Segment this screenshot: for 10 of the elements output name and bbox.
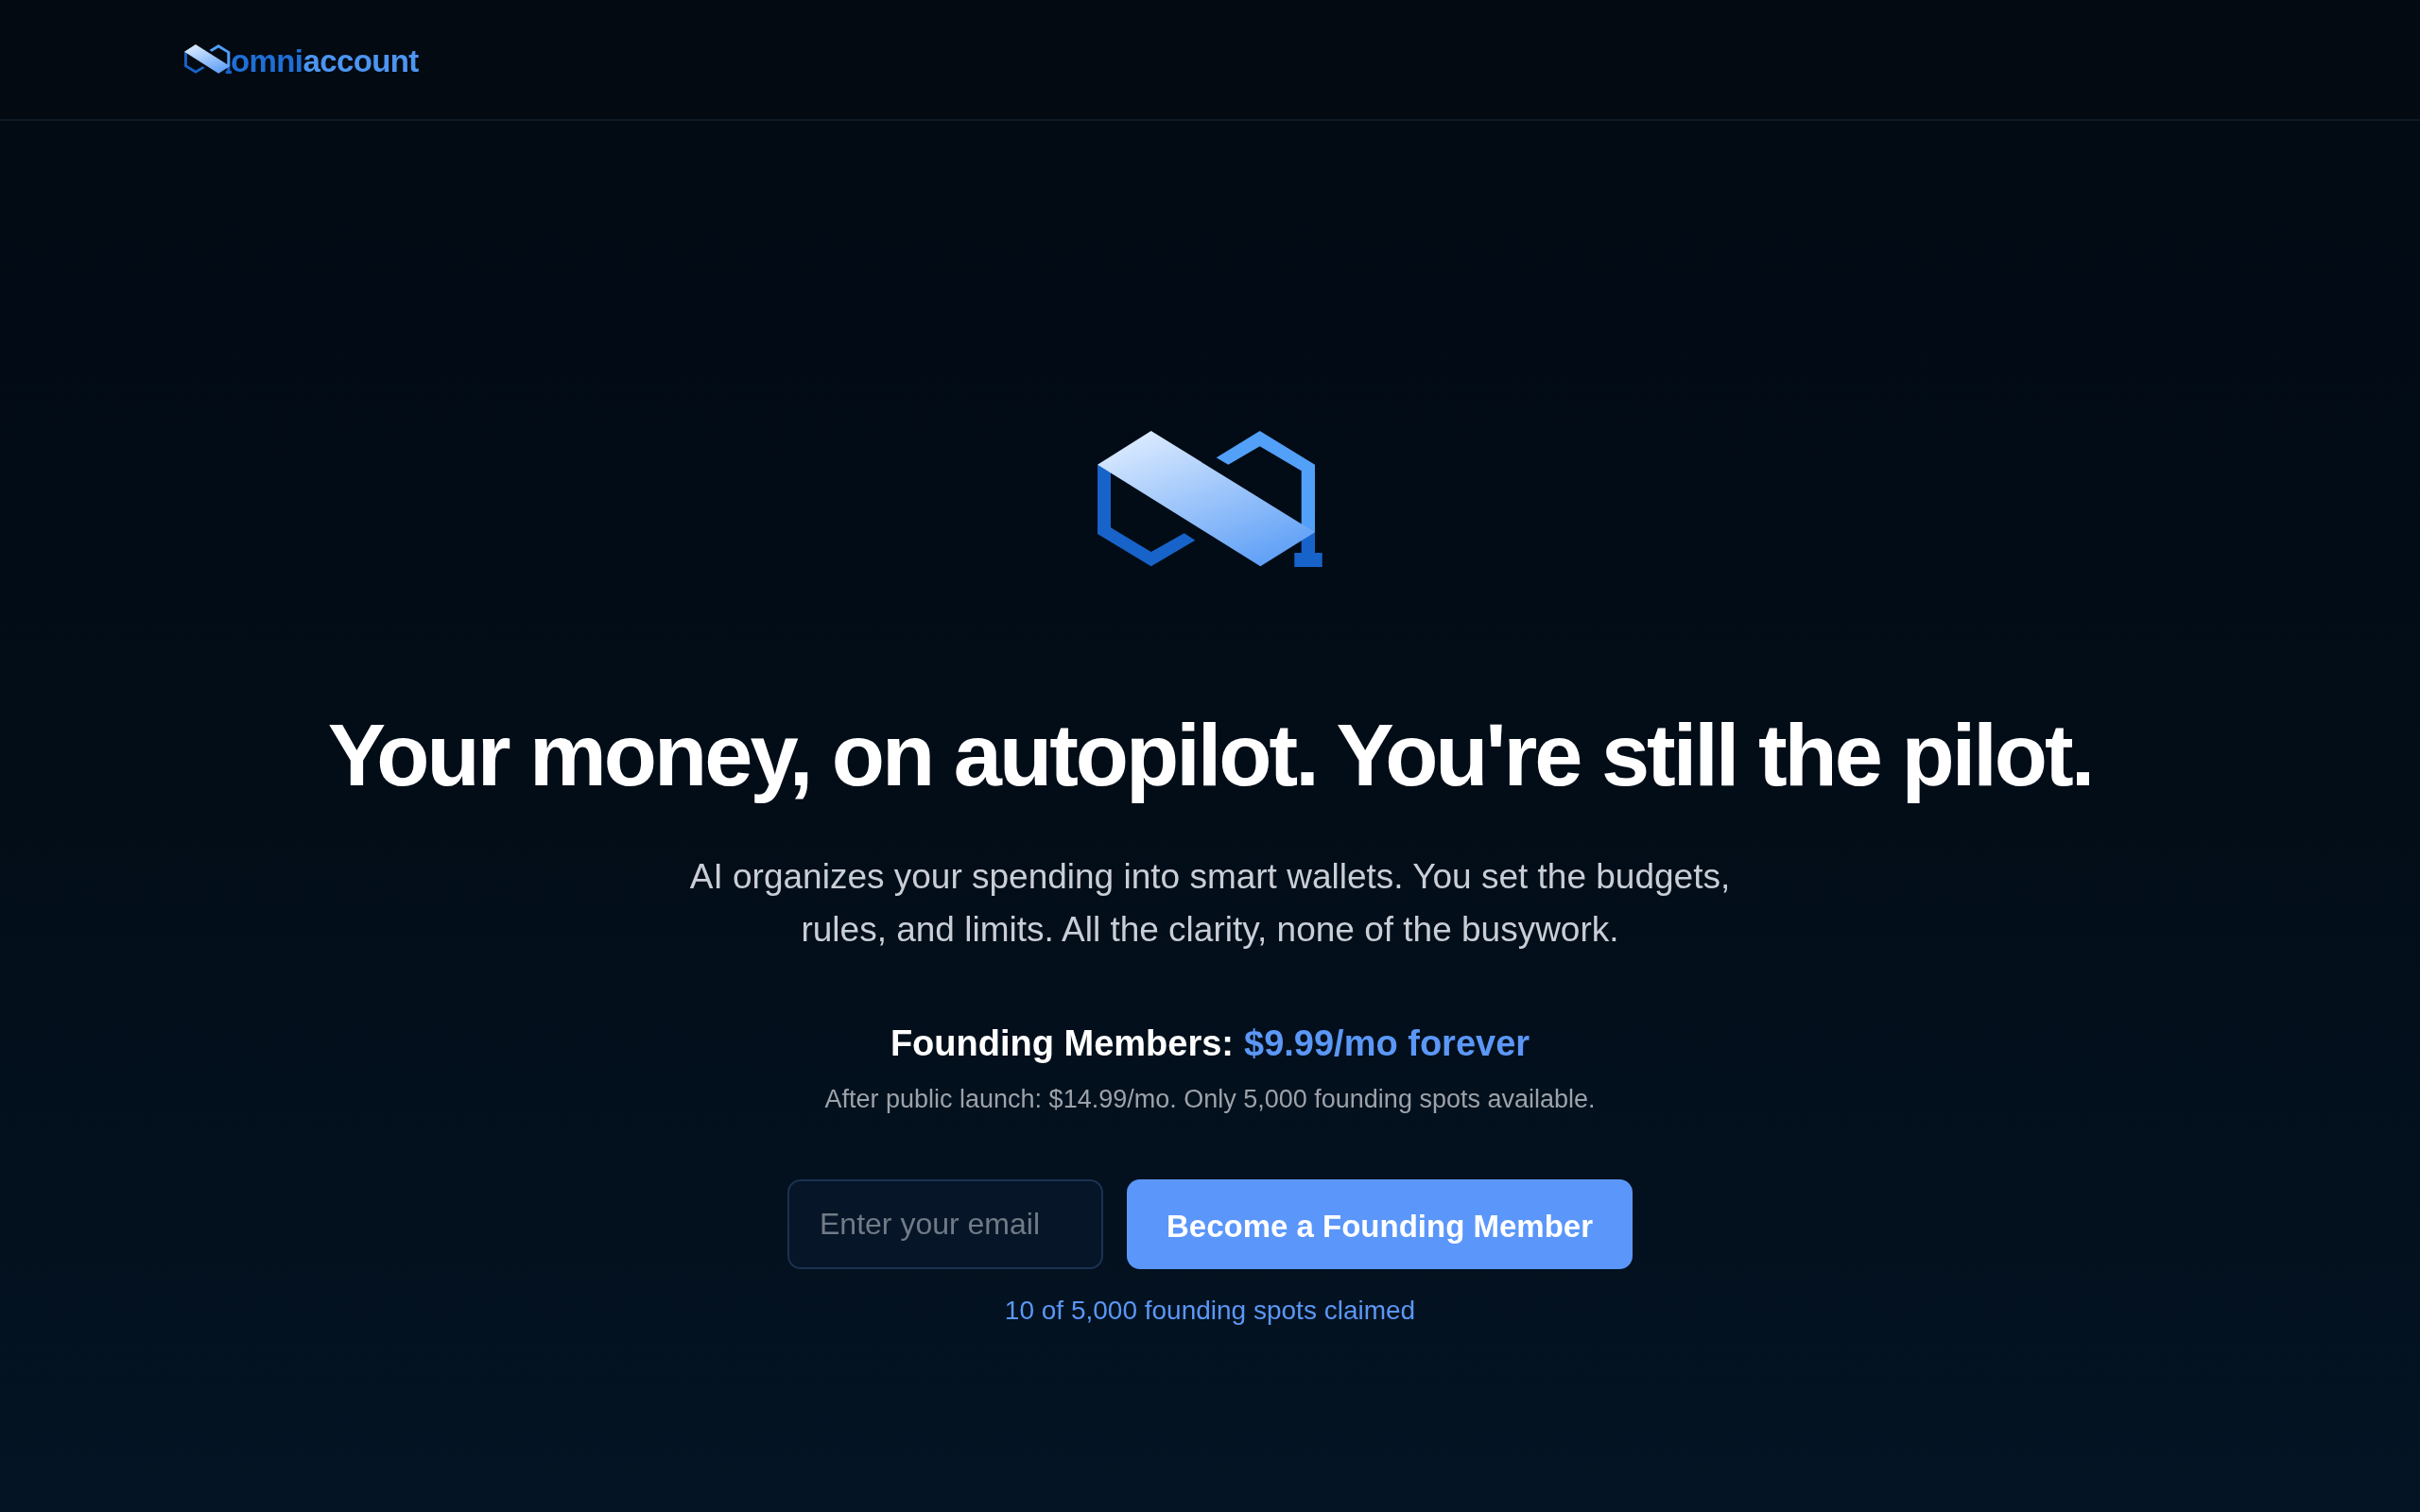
logo-icon[interactable] bbox=[184, 43, 232, 74]
subheadline: AI organizes your spending into smart wallets. You set the budgets, rules, and limits. All the clarity, none of the busywork. bbox=[688, 856, 1732, 951]
logo-text[interactable]: omniaccount bbox=[231, 44, 419, 77]
email-field[interactable]: Enter your email bbox=[787, 1179, 1103, 1269]
pricing-note: After public launch: $14.99/mo. Only 5,000 founding spots available. bbox=[824, 1084, 1596, 1115]
logo-icon bbox=[1098, 431, 1322, 567]
spots-claimed-text: 10 of 5,000 founding spots claimed bbox=[1004, 1295, 1416, 1327]
offer-label: Founding Members: bbox=[890, 1022, 1234, 1065]
headline: Your money, on autopilot. You're still the pilot. bbox=[327, 706, 2093, 805]
offer-price: $9.99/mo forever bbox=[1244, 1022, 1530, 1065]
